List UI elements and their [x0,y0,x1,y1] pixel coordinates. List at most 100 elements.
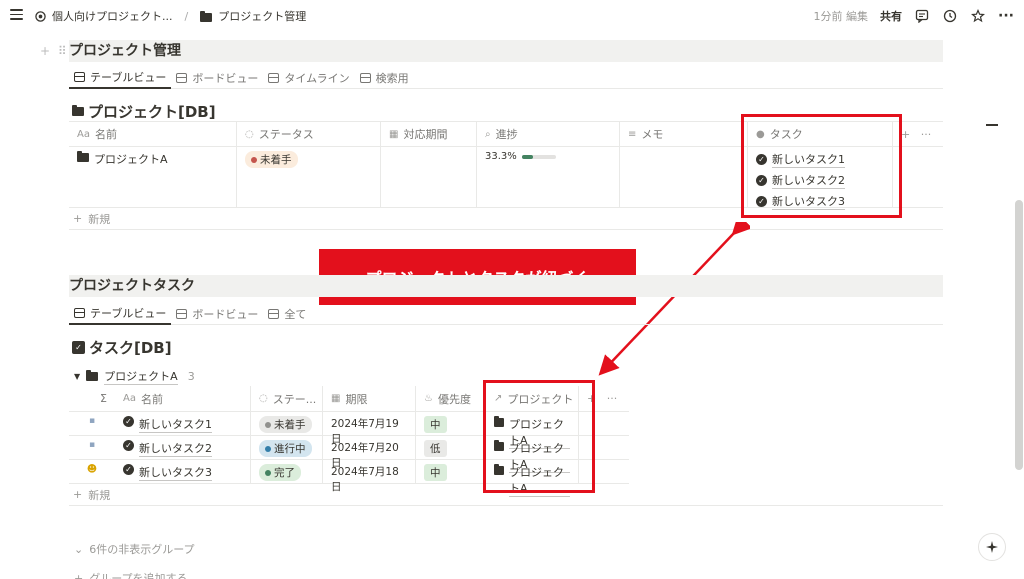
block-handle[interactable]: + ⠿ [40,44,69,58]
tab-timeline[interactable]: タイムライン [263,67,354,89]
board-icon [176,73,188,83]
calendar-icon: ▦ [331,393,341,404]
group-header[interactable]: ▼ プロジェクトA 3 [74,368,195,385]
col-progress[interactable]: ⌕ 進捗 [477,122,620,146]
cell-name[interactable]: プロジェクトA [69,147,237,207]
cell-status[interactable]: 進行中 [251,436,323,459]
table-icon [74,72,85,82]
cell-priority[interactable]: 中 [416,460,486,483]
tab-all[interactable]: 全て [263,303,311,325]
status-badge: 完了 [259,464,301,481]
tab-board-view[interactable]: ボードビュー [171,303,263,325]
status-badge: 未着手 [245,151,298,168]
section-title-project-tasks: プロジェクトタスク [69,275,943,297]
col-name[interactable]: Aa 名前 [115,386,251,411]
col-date[interactable]: ▦ 期限 [323,386,416,411]
col-memo[interactable]: ≡ メモ [620,122,748,146]
checkbox-link-icon: ✓ [72,341,85,354]
cell-progress[interactable]: 33.3% [477,147,620,207]
col-status[interactable]: ◌ ステータス [237,122,381,146]
tab-search[interactable]: 検索用 [355,67,414,89]
progress-bar [521,155,556,159]
priority-badge: 低 [424,440,447,457]
cell-name[interactable]: ✓ 新しいタスク2 [115,436,251,459]
priority-badge: 中 [424,416,447,433]
status-icon: ◌ [245,128,254,140]
text-icon: ≡ [628,128,637,140]
cell-name[interactable]: ✓ 新しいタスク1 [115,412,251,435]
row-icon: ▪ [69,436,115,459]
top-bar: 個人向けプロジェクト... / プロジェクト管理 1分前 編集 共有 ··· [0,0,1024,32]
row-icon: ▪ [69,412,115,435]
cell-priority[interactable]: 中 [416,412,486,435]
tab-table-view[interactable]: テーブルビュー [69,303,172,325]
outline-toggle[interactable] [986,124,998,126]
folder-icon [86,370,99,381]
breadcrumb-current[interactable]: プロジェクト管理 [218,8,306,24]
cell-name[interactable]: ✓ 新しいタスク3 [115,460,251,483]
cell-period[interactable] [381,147,477,207]
add-group-button[interactable]: + グループを追加する [74,570,188,579]
view-tabs-task: テーブルビュー ボードビュー 全て [69,303,943,325]
comment-icon[interactable] [914,8,930,24]
share-button[interactable]: 共有 [880,8,902,24]
col-priority[interactable]: ♨ 優先度 [416,386,486,411]
status-badge: 進行中 [259,440,312,457]
plus-icon: + [74,571,84,579]
cell-memo[interactable] [620,147,748,207]
col-status[interactable]: ◌ ステー... [251,386,323,411]
chevron-down-icon: ⌄ [74,542,84,556]
highlight-box-project [483,380,595,493]
page-icon: ▪ [88,440,96,450]
sparkle-icon [986,541,998,553]
col-sigma[interactable]: Σ [69,386,115,411]
check-icon: ✓ [123,464,134,475]
cell-status[interactable]: 完了 [251,460,323,483]
ai-sparkle-button[interactable] [978,533,1006,561]
col-name[interactable]: Aa 名前 [69,122,237,146]
breadcrumb-root[interactable]: 個人向けプロジェクト... [52,8,173,24]
folder-link-icon [72,105,84,116]
calendar-icon: ▦ [389,128,399,140]
fire-icon: ♨ [424,393,433,404]
edited-time: 1分前 編集 [813,10,869,23]
tab-board-view[interactable]: ボードビュー [171,67,263,89]
cell-priority[interactable]: 低 [416,436,486,459]
db-title-project[interactable]: プロジェクト[DB] [72,101,216,122]
cell-date[interactable]: 2024年7月19日 [323,412,416,445]
table-icon [268,309,280,319]
check-icon: ✓ [123,416,134,427]
board-icon [176,309,188,319]
table-icon [74,308,85,318]
check-icon: ✓ [123,440,134,451]
menu-icon[interactable] [10,9,23,21]
section-title-project-management: プロジェクト管理 [69,40,943,62]
smile-icon: ☻ [86,464,98,475]
priority-badge: 中 [424,464,447,481]
progress-fill [521,155,534,159]
cell-status[interactable]: 未着手 [251,412,323,435]
breadcrumb-separator: / [184,9,189,23]
col-period[interactable]: ▦ 対応期間 [381,122,477,146]
star-icon[interactable] [970,8,986,24]
highlight-box-task [741,114,902,218]
scrollbar-thumb[interactable] [1015,200,1023,470]
more-icon[interactable]: ··· [998,8,1014,24]
target-icon [34,10,46,22]
tab-table-view[interactable]: テーブルビュー [69,67,172,89]
status-badge: 未着手 [259,416,312,433]
plus-icon: + [73,488,83,501]
hidden-groups-toggle[interactable]: ⌄ 6件の非表示グループ [74,541,195,557]
double-arrow-icon [598,222,750,376]
table-icon [359,73,371,83]
clock-icon[interactable] [942,8,958,24]
search-icon: ⌕ [485,128,491,140]
folder-icon [77,151,89,162]
db-title-task[interactable]: ✓ タスク[DB] [72,337,172,358]
cell-date[interactable]: 2024年7月18日 [323,460,416,493]
folder-icon [200,10,213,22]
plus-icon: + [73,212,83,225]
cell-status[interactable]: 未着手 [237,147,381,207]
page-icon: ▪ [88,416,96,426]
cell-date[interactable]: 2024年7月20日 [323,436,416,469]
